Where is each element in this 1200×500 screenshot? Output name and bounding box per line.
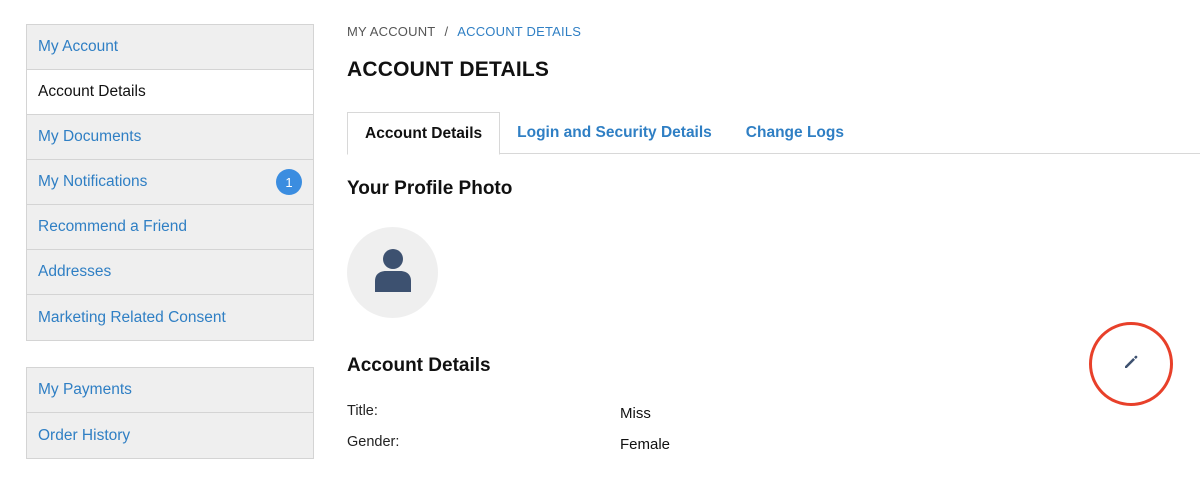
sidebar-item-label: Order History bbox=[38, 426, 131, 444]
sidebar-item-my-account[interactable]: My Account bbox=[27, 25, 313, 70]
title-field-value: Miss bbox=[620, 405, 651, 422]
tab-login-security-details[interactable]: Login and Security Details bbox=[500, 112, 729, 154]
sidebar-nav-primary: My Account Account Details My Documents … bbox=[26, 24, 314, 341]
breadcrumb-separator: / bbox=[444, 24, 449, 39]
sidebar-item-label: My Notifications bbox=[38, 173, 148, 190]
page-title: ACCOUNT DETAILS bbox=[347, 58, 550, 81]
avatar[interactable] bbox=[347, 227, 438, 318]
sidebar-item-label: My Documents bbox=[38, 128, 142, 145]
sidebar-item-label: Account Details bbox=[38, 83, 146, 100]
sidebar-item-my-notifications[interactable]: My Notifications 1 bbox=[27, 160, 313, 205]
breadcrumb-item-account-details[interactable]: ACCOUNT DETAILS bbox=[457, 24, 581, 39]
account-details-heading: Account Details bbox=[347, 355, 491, 376]
sidebar-item-account-details[interactable]: Account Details bbox=[27, 70, 313, 115]
sidebar-item-marketing-consent[interactable]: Marketing Related Consent bbox=[27, 295, 313, 340]
breadcrumb-item-my-account[interactable]: MY ACCOUNT bbox=[347, 24, 435, 39]
sidebar-item-label: Recommend a Friend bbox=[38, 218, 188, 235]
sidebar-item-my-payments[interactable]: My Payments bbox=[27, 368, 313, 413]
gender-field-label: Gender: bbox=[347, 434, 400, 450]
sidebar-item-label: My Payments bbox=[38, 381, 132, 398]
sidebar-nav-secondary: My Payments Order History bbox=[26, 367, 314, 459]
tab-account-details[interactable]: Account Details bbox=[347, 112, 501, 155]
gender-field-value: Female bbox=[620, 436, 671, 453]
title-field-label: Title: bbox=[347, 403, 378, 419]
profile-photo-heading: Your Profile Photo bbox=[347, 178, 513, 199]
sidebar-item-label: Marketing Related Consent bbox=[38, 308, 226, 326]
sidebar-item-order-history[interactable]: Order History bbox=[27, 413, 313, 458]
user-silhouette-icon bbox=[374, 248, 412, 297]
notification-count-badge: 1 bbox=[276, 169, 302, 195]
sidebar-item-label: Addresses bbox=[38, 263, 112, 280]
breadcrumb: MY ACCOUNT / ACCOUNT DETAILS bbox=[347, 24, 581, 39]
sidebar-item-label: My Account bbox=[38, 38, 119, 55]
sidebar-item-addresses[interactable]: Addresses bbox=[27, 250, 313, 295]
pencil-icon bbox=[1123, 354, 1139, 375]
sidebar-item-recommend-a-friend[interactable]: Recommend a Friend bbox=[27, 205, 313, 250]
tab-change-logs[interactable]: Change Logs bbox=[729, 112, 861, 154]
edit-details-button[interactable] bbox=[1089, 322, 1173, 406]
sidebar-item-my-documents[interactable]: My Documents bbox=[27, 115, 313, 160]
tab-bar: Account Details Login and Security Detai… bbox=[347, 112, 1200, 155]
